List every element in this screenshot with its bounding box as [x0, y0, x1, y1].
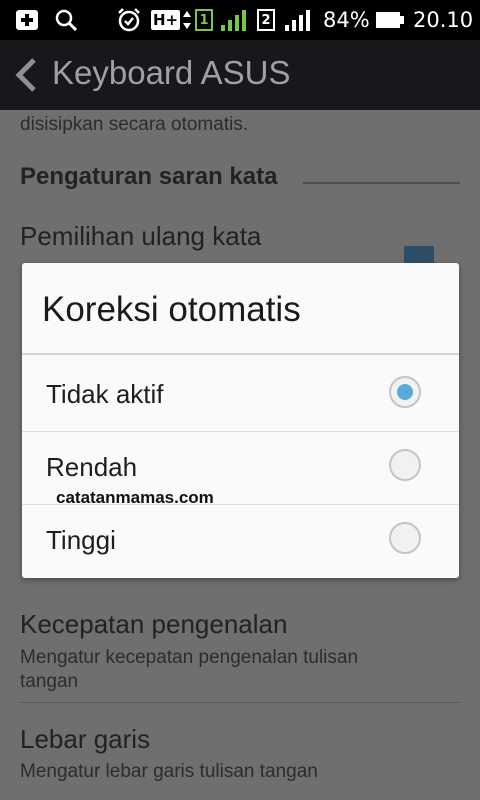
setting-title-recognition-speed[interactable]: Kecepatan pengenalan [20, 609, 287, 640]
setting-subtitle-line-width: Mengatur lebar garis tulisan tangan [20, 761, 318, 782]
radio-button[interactable] [389, 522, 421, 554]
section-divider [303, 182, 460, 184]
page-title: Keyboard ASUS [52, 54, 291, 91]
setting-description-partial: disisipkan secara otomatis. [20, 114, 249, 135]
alarm-icon [116, 0, 142, 40]
sim2-icon: 2 [257, 0, 275, 40]
autocorrect-dialog: Koreksi otomatis Tidak aktif Rendah Ting… [22, 263, 459, 578]
sim1-icon: 1 [195, 0, 213, 40]
add-notification-icon [14, 0, 40, 40]
setting-subtitle-recognition-speed-2: tangan [20, 671, 79, 692]
dialog-title-divider [22, 353, 459, 355]
battery-percent: 84% [323, 8, 370, 32]
list-divider [20, 702, 460, 703]
back-icon[interactable] [14, 57, 38, 93]
clock: 20.10 [413, 8, 474, 32]
signal-icon [220, 0, 248, 40]
option-label: Tidak aktif [46, 379, 164, 409]
option-label: Tinggi [46, 525, 116, 555]
battery-icon [375, 0, 405, 40]
setting-title-word-reselect[interactable]: Pemilihan ulang kata [20, 221, 261, 252]
radio-button-selected[interactable] [389, 376, 421, 408]
status-bar: H+ 1 2 84% 20.10 [0, 0, 480, 40]
setting-title-line-width[interactable]: Lebar garis [20, 724, 150, 755]
option-label: Rendah [46, 452, 138, 482]
radio-button[interactable] [389, 449, 421, 481]
action-bar: Keyboard ASUS [0, 40, 480, 110]
option-tinggi[interactable]: Tinggi [22, 505, 459, 577]
signal-icon [284, 0, 312, 40]
dialog-title: Koreksi otomatis [42, 290, 301, 329]
search-icon [54, 0, 78, 40]
section-header: Pengaturan saran kata [20, 163, 278, 190]
setting-subtitle-recognition-speed-1: Mengatur kecepatan pengenalan tulisan [20, 647, 359, 668]
network-type-icon: H+ [151, 0, 192, 40]
watermark: catatanmamas.com [56, 488, 214, 507]
option-tidak-aktif[interactable]: Tidak aktif [22, 359, 459, 431]
radio-dot [397, 384, 413, 400]
